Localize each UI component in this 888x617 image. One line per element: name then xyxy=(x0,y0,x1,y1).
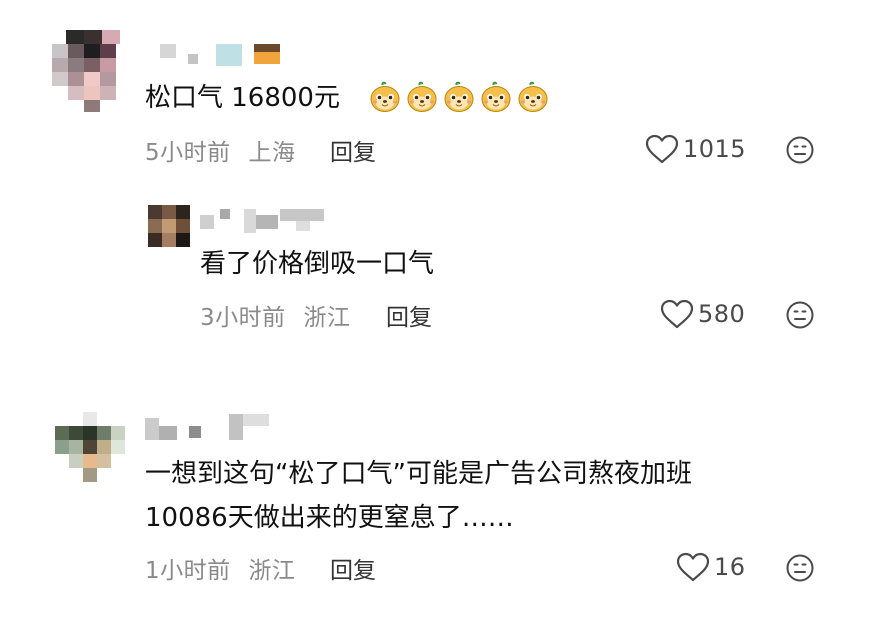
like-count: 1015 xyxy=(683,135,747,163)
shiba-dog-emoji xyxy=(370,81,400,112)
shiba-dog-emoji xyxy=(444,81,474,112)
like-button[interactable]: 1015 xyxy=(645,133,746,165)
like-count: 580 xyxy=(698,300,746,328)
comment-location: 浙江 xyxy=(248,558,296,584)
reply-button[interactable]: 回复 xyxy=(386,298,432,332)
reply-button[interactable]: 回复 xyxy=(330,133,376,167)
username-redacted[interactable] xyxy=(160,40,290,68)
username-redacted[interactable] xyxy=(145,412,275,442)
comment-meta: 5小时前 上海 xyxy=(145,133,295,167)
shiba-dog-emoji xyxy=(518,81,548,112)
reply-button[interactable]: 回复 xyxy=(330,551,376,585)
comment-text: 松口气 16800元 xyxy=(145,83,340,113)
comment-location: 浙江 xyxy=(303,305,351,331)
comment-time: 1小时前 xyxy=(145,558,231,584)
frown-face-icon[interactable] xyxy=(785,135,815,165)
comment-time: 3小时前 xyxy=(200,305,286,331)
comment-meta: 1小时前 浙江 xyxy=(145,551,295,585)
avatar[interactable] xyxy=(52,30,122,112)
like-count: 16 xyxy=(714,553,746,581)
shiba-dog-emoji xyxy=(481,81,511,112)
comment-time: 5小时前 xyxy=(145,140,231,166)
comment-text: 10086天做出来的更窒息了…… xyxy=(145,503,514,533)
comment-location: 上海 xyxy=(248,140,296,166)
comment-text: 看了价格倒吸一口气 xyxy=(200,249,435,279)
comment-meta: 3小时前 浙江 xyxy=(200,298,350,332)
heart-outline-icon xyxy=(660,299,694,329)
like-button[interactable]: 16 xyxy=(676,551,746,583)
avatar[interactable] xyxy=(148,205,190,247)
heart-outline-icon xyxy=(676,552,710,582)
heart-outline-icon xyxy=(645,134,679,164)
avatar[interactable] xyxy=(55,412,125,482)
shiba-dog-emoji xyxy=(407,81,437,112)
like-button[interactable]: 580 xyxy=(660,298,745,330)
frown-face-icon[interactable] xyxy=(785,300,815,330)
username-redacted[interactable] xyxy=(200,205,330,233)
comment-text: 一想到这句“松了口气”可能是广告公司熬夜加班 xyxy=(145,459,692,489)
frown-face-icon[interactable] xyxy=(785,553,815,583)
